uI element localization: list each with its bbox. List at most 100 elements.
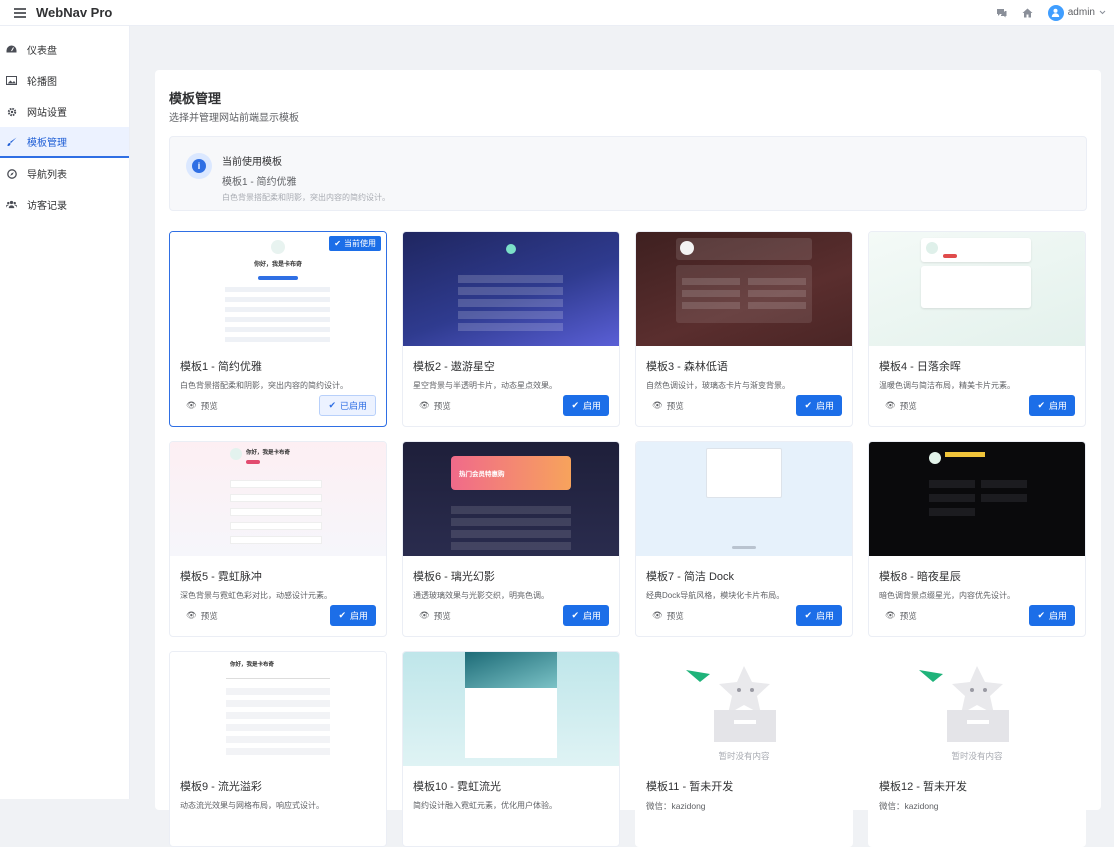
eye-icon: 👁 [652, 610, 663, 620]
template-thumbnail: 热门会员特惠购 [403, 442, 619, 556]
template-name: 模板4 - 日落余晖 [879, 361, 961, 373]
enable-button[interactable]: ✔ 启用 [330, 605, 376, 626]
sidebar-item-dashboard[interactable]: 仪表盘 [0, 34, 129, 65]
main-panel: 模板管理 选择并管理网站前端显示模板 i 当前使用模板 模板1 - 简约优雅 白… [155, 70, 1101, 847]
template-card-2[interactable]: 模板2 - 遨游星空 星空背景与半透明卡片，动态星点效果。 👁 预览 ✔ 启用 [402, 231, 620, 427]
template-name: 模板5 - 霓虹脉冲 [180, 571, 262, 583]
template-desc: 白色背景搭配柔和阴影，突出内容的简约设计。 [180, 381, 348, 390]
enable-button[interactable]: ✔ 启用 [1029, 395, 1075, 416]
avatar [1047, 4, 1064, 21]
template-name: 模板8 - 暗夜星辰 [879, 571, 961, 583]
sidebar-item-navlist[interactable]: 导航列表 [0, 158, 129, 189]
thumb-greeting: 你好，我是卡布奇 [246, 450, 291, 456]
template-thumbnail [403, 232, 619, 346]
template-thumbnail [403, 652, 619, 766]
template-desc: 经典Dock导航风格，模块化卡片布局。 [646, 591, 785, 600]
image-icon [6, 75, 17, 86]
template-card-12[interactable]: 暂时没有内容 模板12 - 暂未开发 微信：kazidong [868, 651, 1086, 847]
template-card-10[interactable]: 模板10 - 霓虹流光 简约设计融入霓虹元素，优化用户体验。 [402, 651, 620, 847]
template-card-4[interactable]: 模板4 - 日落余晖 温暖色调与简洁布局，精美卡片元素。 👁 预览 ✔ 启用 [868, 231, 1086, 427]
template-thumbnail [636, 232, 852, 346]
template-contact: 微信：kazidong [879, 801, 939, 811]
enable-button[interactable]: ✔ 启用 [563, 605, 609, 626]
preview-button[interactable]: 👁 预览 [646, 606, 690, 625]
check-icon: ✔ [1037, 610, 1045, 620]
message-icon[interactable] [996, 7, 1008, 19]
check-icon: ✔ [571, 400, 579, 410]
template-desc: 星空背景与半透明卡片，动态星点效果。 [413, 381, 557, 390]
preview-button[interactable]: 👁 预览 [646, 396, 690, 415]
enable-button[interactable]: ✔ 启用 [1029, 605, 1075, 626]
eye-icon: 👁 [652, 400, 663, 410]
empty-text: 暂时没有内容 [718, 751, 770, 761]
current-name: 模板1 - 简约优雅 [222, 177, 297, 188]
gear-icon [6, 106, 17, 117]
preview-button[interactable]: 👁 预览 [879, 606, 923, 625]
eye-icon: 👁 [885, 400, 896, 410]
sidebar-item-carousel[interactable]: 轮播图 [0, 65, 129, 96]
empty-box-icon [919, 666, 1009, 742]
in-use-badge: ✔ 当前使用 [329, 236, 381, 251]
menu-toggle-icon[interactable] [14, 7, 26, 18]
template-name: 模板11 - 暂未开发 [646, 781, 734, 793]
template-desc: 通透玻璃效果与光影交织，明亮色调。 [413, 591, 549, 600]
template-desc: 温暖色调与简洁布局，精美卡片元素。 [879, 381, 1015, 390]
dashboard-icon [6, 44, 17, 55]
template-name: 模板9 - 流光溢彩 [180, 781, 262, 793]
template-thumbnail: 你好，我是卡布奇 [170, 442, 386, 556]
template-card-6[interactable]: 热门会员特惠购 模板6 - 璃光幻影 通透玻璃效果与光影交织，明亮色调。 👁 预览… [402, 441, 620, 637]
enable-button[interactable]: ✔ 启用 [796, 395, 842, 416]
thumb-greeting: 你好，我是卡布奇 [230, 662, 275, 668]
chevron-down-icon [1099, 10, 1106, 15]
current-heading: 当前使用模板 [222, 157, 282, 168]
template-name: 模板6 - 璃光幻影 [413, 571, 495, 583]
sidebar: 仪表盘 轮播图 网站设置 模板管理 导航列表 访客记录 [0, 26, 130, 799]
template-card-7[interactable]: 模板7 - 简洁 Dock 经典Dock导航风格，模块化卡片布局。 👁 预览 ✔ 启… [635, 441, 853, 637]
template-thumbnail: ✔ 当前使用 你好，我是卡布奇 [170, 232, 386, 346]
check-icon: ✔ [571, 610, 579, 620]
template-name: 模板3 - 森林低语 [646, 361, 728, 373]
eye-icon: 👁 [186, 400, 197, 410]
template-name: 模板1 - 简约优雅 [180, 361, 262, 373]
preview-button[interactable]: 👁 预览 [879, 396, 923, 415]
empty-box-icon [686, 666, 776, 742]
compass-icon [6, 168, 17, 179]
template-thumbnail: 暂时没有内容 [869, 652, 1085, 766]
preview-button[interactable]: 👁 预览 [413, 606, 457, 625]
template-desc: 自然色调设计，玻璃态卡片与渐变背景。 [646, 381, 790, 390]
enable-button[interactable]: ✔ 启用 [563, 395, 609, 416]
info-icon: i [186, 153, 212, 179]
template-card-11[interactable]: 暂时没有内容 模板11 - 暂未开发 微信：kazidong [635, 651, 853, 847]
template-card-1[interactable]: ✔ 当前使用 你好，我是卡布奇 模板1 - 简约优雅 白色背景搭配柔和阴影，突出内… [169, 231, 387, 427]
empty-text: 暂时没有内容 [951, 751, 1003, 761]
template-contact: 微信：kazidong [646, 801, 706, 811]
template-card-8[interactable]: 模板8 - 暗夜星辰 暗色调背景点缀星光，内容优先设计。 👁 预览 ✔ 启用 [868, 441, 1086, 637]
template-grid: ✔ 当前使用 你好，我是卡布奇 模板1 - 简约优雅 白色背景搭配柔和阴影，突出内… [169, 231, 1087, 847]
logo-icon [271, 240, 285, 254]
page-title: 模板管理 [169, 91, 222, 106]
check-icon: ✔ [804, 400, 812, 410]
thumb-greeting: 你好，我是卡布奇 [253, 262, 302, 268]
preview-button[interactable]: 👁 预览 [180, 606, 224, 625]
home-icon[interactable] [1022, 7, 1034, 19]
sidebar-item-templates[interactable]: 模板管理 [0, 127, 129, 158]
template-card-9[interactable]: 你好，我是卡布奇 模板9 - 流光溢彩 动态流光效果与网格布局，响应式设计。 [169, 651, 387, 847]
enabled-button[interactable]: ✔ 已启用 [319, 395, 376, 416]
template-card-5[interactable]: 你好，我是卡布奇 模板5 - 霓虹脉冲 深色背景与霓虹色彩对比，动感设计元素。 … [169, 441, 387, 637]
check-icon: ✔ [804, 610, 812, 620]
sidebar-item-visitors[interactable]: 访客记录 [0, 189, 129, 220]
sidebar-item-settings[interactable]: 网站设置 [0, 96, 129, 127]
template-thumbnail [869, 232, 1085, 346]
enable-button[interactable]: ✔ 启用 [796, 605, 842, 626]
template-thumbnail: 你好，我是卡布奇 [170, 652, 386, 766]
username: admin [1067, 7, 1095, 18]
preview-button[interactable]: 👁 预览 [413, 396, 457, 415]
current-template-panel: i 当前使用模板 模板1 - 简约优雅 白色背景搭配柔和阴影，突出内容的简约设计… [169, 136, 1087, 211]
template-name: 模板2 - 遨游星空 [413, 361, 495, 373]
check-icon: ✔ [338, 610, 346, 620]
thumb-banner: 热门会员特惠购 [459, 471, 505, 478]
user-menu[interactable]: admin [1047, 4, 1106, 21]
template-card-3[interactable]: 模板3 - 森林低语 自然色调设计，玻璃态卡片与渐变背景。 👁 预览 ✔ 启用 [635, 231, 853, 427]
preview-button[interactable]: 👁 预览 [180, 396, 224, 415]
template-desc: 动态流光效果与网格布局，响应式设计。 [180, 801, 324, 810]
